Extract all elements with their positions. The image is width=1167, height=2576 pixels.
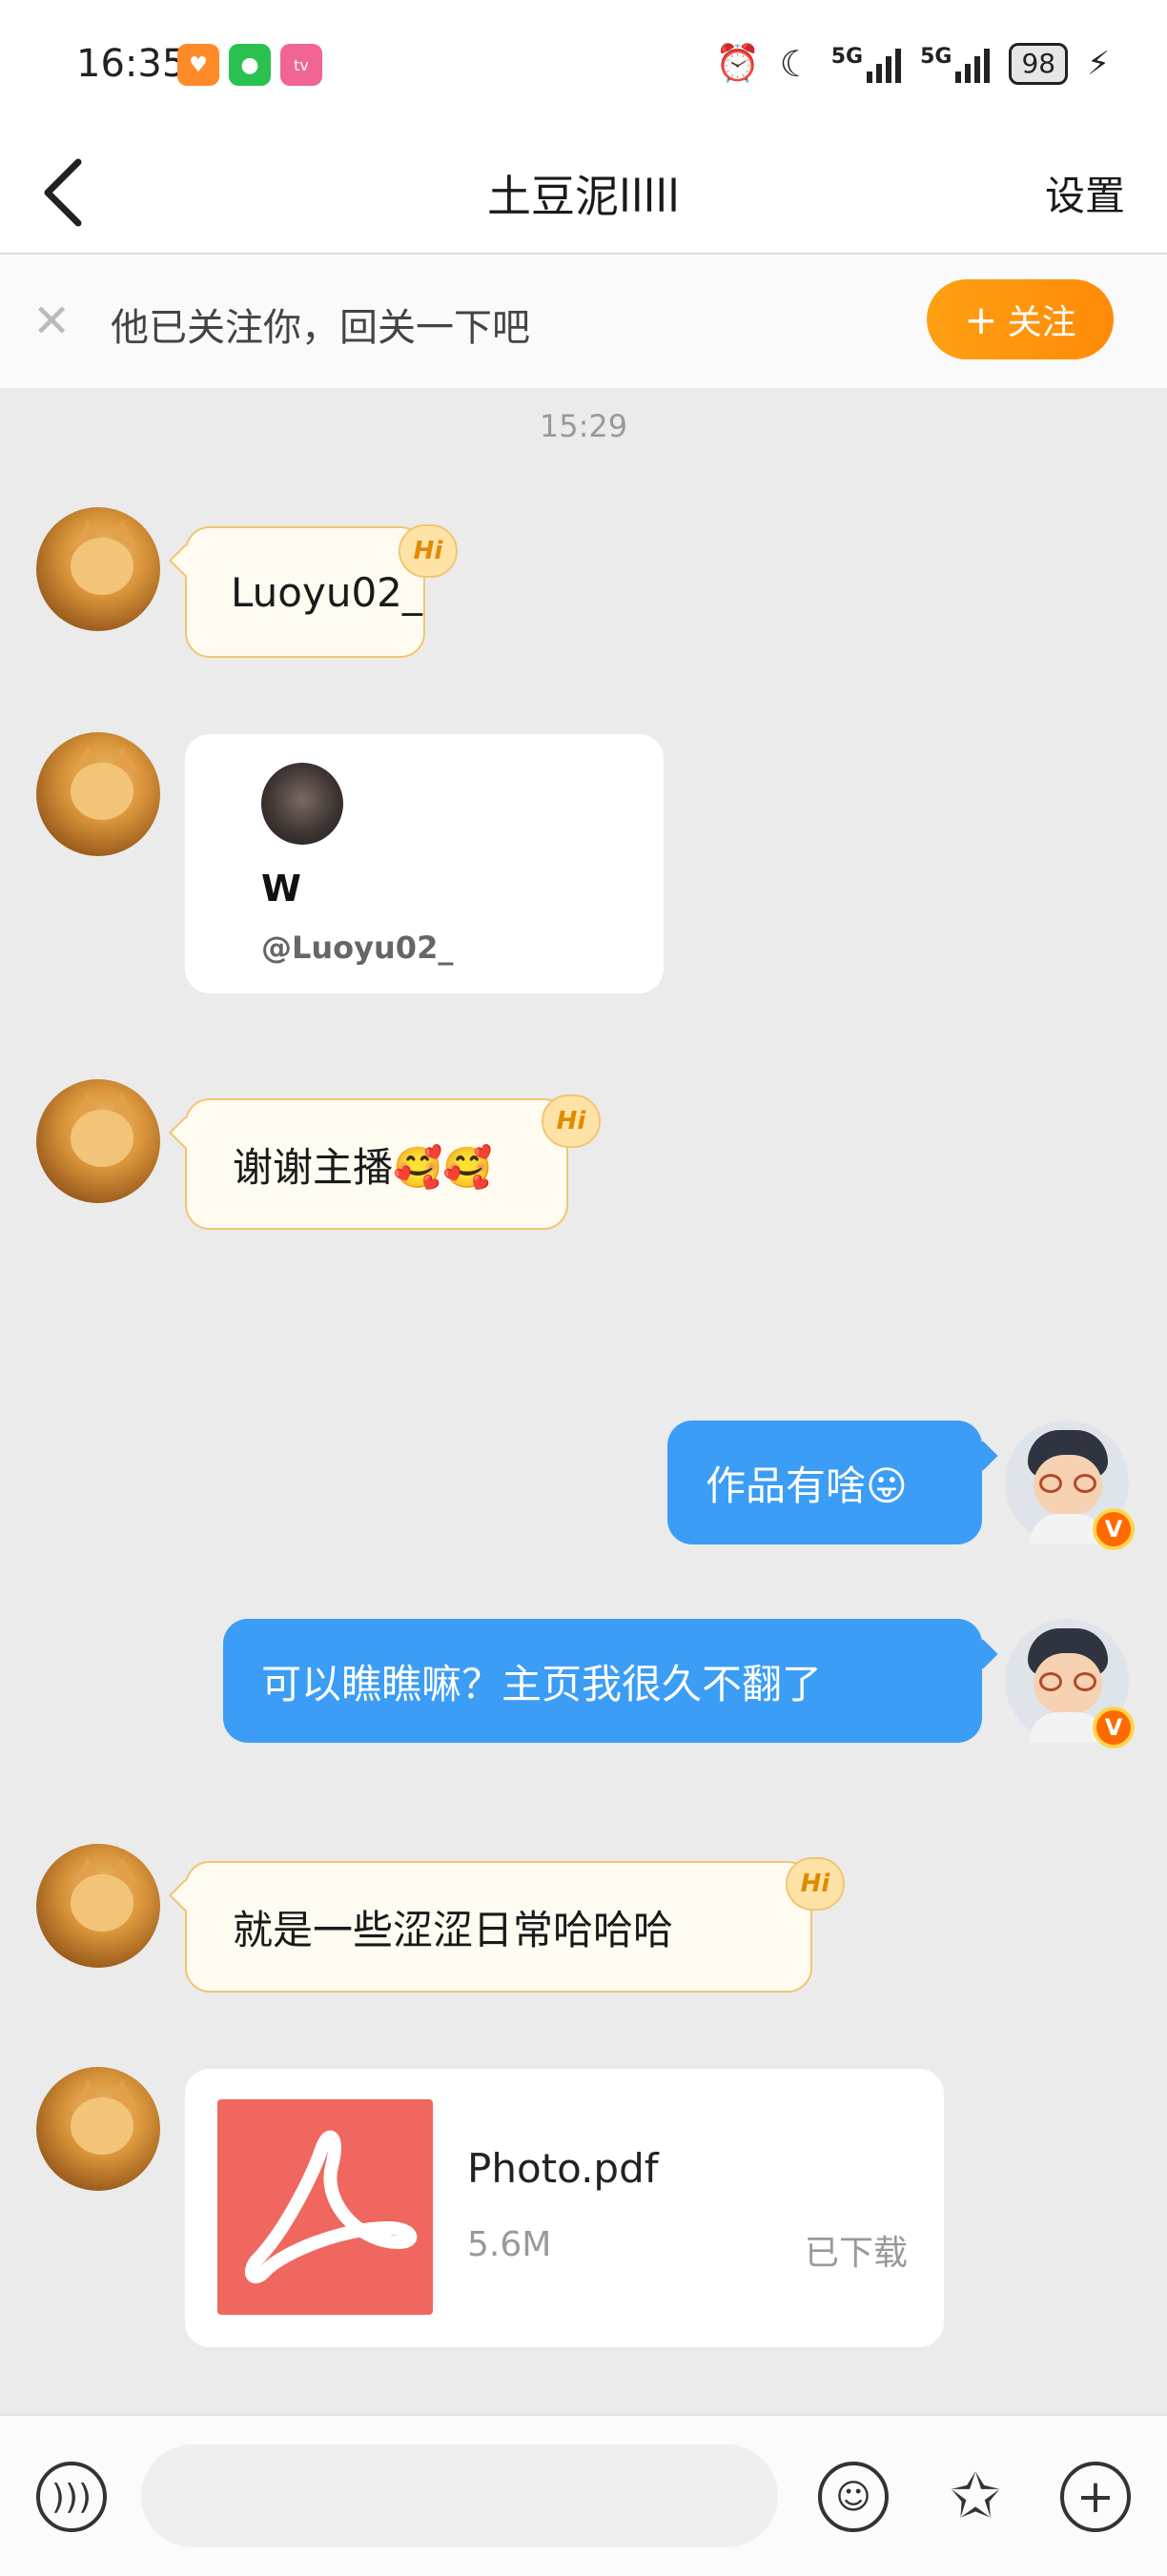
status-bar: 16:35 ♥ ● tv ⏰ ☾ 5G 5G 98 ⚡ [0, 0, 1167, 133]
signal-icon-2: 5G [920, 44, 991, 83]
contact-avatar[interactable] [36, 1844, 160, 1968]
message-text: Luoyu02_ [231, 568, 422, 616]
hi-badge: Hi [786, 1857, 845, 1911]
plus-icon: + [964, 296, 998, 343]
moon-icon: ☾ [779, 42, 812, 85]
file-name: Photo.pdf [467, 2145, 659, 2192]
battery-indicator: 98 [1009, 42, 1069, 85]
network-type-1: 5G [830, 44, 864, 69]
my-avatar[interactable]: V [1005, 1421, 1135, 1550]
message-text: 就是一些涩涩日常哈哈哈 [233, 1906, 674, 1953]
sticker-icon[interactable]: ✩ [940, 2462, 1011, 2532]
signal-icon: 5G [830, 44, 902, 83]
alarm-icon: ⏰ [715, 42, 761, 84]
file-download-status: 已下载 [804, 2234, 908, 2273]
app-notification-icon: ♥ [177, 44, 219, 86]
follow-back-banner: ✕ 他已关注你，回关一下吧 + 关注 [0, 255, 1167, 388]
status-time: 16:35 [76, 42, 187, 86]
contact-avatar[interactable] [36, 732, 160, 856]
follow-banner-text: 他已关注你，回关一下吧 [111, 306, 530, 350]
emoji-icon[interactable]: ☺ [818, 2462, 889, 2532]
message-bubble-incoming[interactable]: Luoyu02_ [185, 526, 425, 658]
plus-icon[interactable]: + [1060, 2462, 1131, 2532]
pdf-file-icon [217, 2099, 433, 2315]
contact-avatar[interactable] [36, 507, 160, 631]
message-bubble-outgoing[interactable]: 作品有啥😛 [667, 1421, 982, 1544]
follow-button[interactable]: + 关注 [927, 279, 1114, 359]
profile-card-handle: @Luoyu02_ [261, 930, 454, 966]
voice-icon[interactable]: ))) [36, 2462, 107, 2532]
hi-badge: Hi [399, 524, 458, 578]
verified-badge-icon: V [1093, 1508, 1135, 1550]
bilibili-icon: tv [280, 44, 322, 86]
verified-badge-icon: V [1093, 1707, 1135, 1748]
message-timestamp: 15:29 [539, 408, 628, 444]
profile-card[interactable]: W @Luoyu02_ [185, 734, 664, 993]
message-text: 作品有啥😛 [706, 1462, 908, 1509]
profile-card-avatar [261, 763, 343, 845]
charging-icon: ⚡ [1087, 44, 1110, 83]
file-message-card[interactable]: Photo.pdf 5.6M 已下载 [185, 2069, 944, 2347]
settings-button[interactable]: 设置 [1045, 164, 1125, 222]
chat-title: 土豆泥lllll [487, 171, 680, 222]
hi-badge: Hi [542, 1094, 601, 1148]
message-input-bar: ))) ☺ ✩ + [0, 2414, 1167, 2576]
network-type-2: 5G [920, 44, 952, 69]
contact-avatar[interactable] [36, 1079, 160, 1203]
message-bubble-incoming[interactable]: 就是一些涩涩日常哈哈哈 [185, 1861, 812, 1993]
message-bubble-incoming[interactable]: 谢谢主播🥰🥰 [185, 1098, 568, 1230]
contact-avatar[interactable] [36, 2067, 160, 2191]
profile-card-name: W [261, 868, 301, 910]
wechat-icon: ● [229, 44, 271, 86]
chat-header: 土豆泥lllll 设置 [0, 133, 1167, 255]
file-size: 5.6M [467, 2225, 552, 2264]
close-icon[interactable]: ✕ [32, 296, 71, 346]
my-avatar[interactable]: V [1005, 1619, 1135, 1748]
message-text: 谢谢主播🥰🥰 [233, 1143, 493, 1191]
message-text: 可以瞧瞧嘛？主页我很久不翻了 [261, 1660, 823, 1707]
follow-button-label: 关注 [1007, 303, 1076, 342]
message-bubble-outgoing[interactable]: 可以瞧瞧嘛？主页我很久不翻了 [223, 1619, 982, 1743]
message-input[interactable] [141, 2444, 778, 2547]
